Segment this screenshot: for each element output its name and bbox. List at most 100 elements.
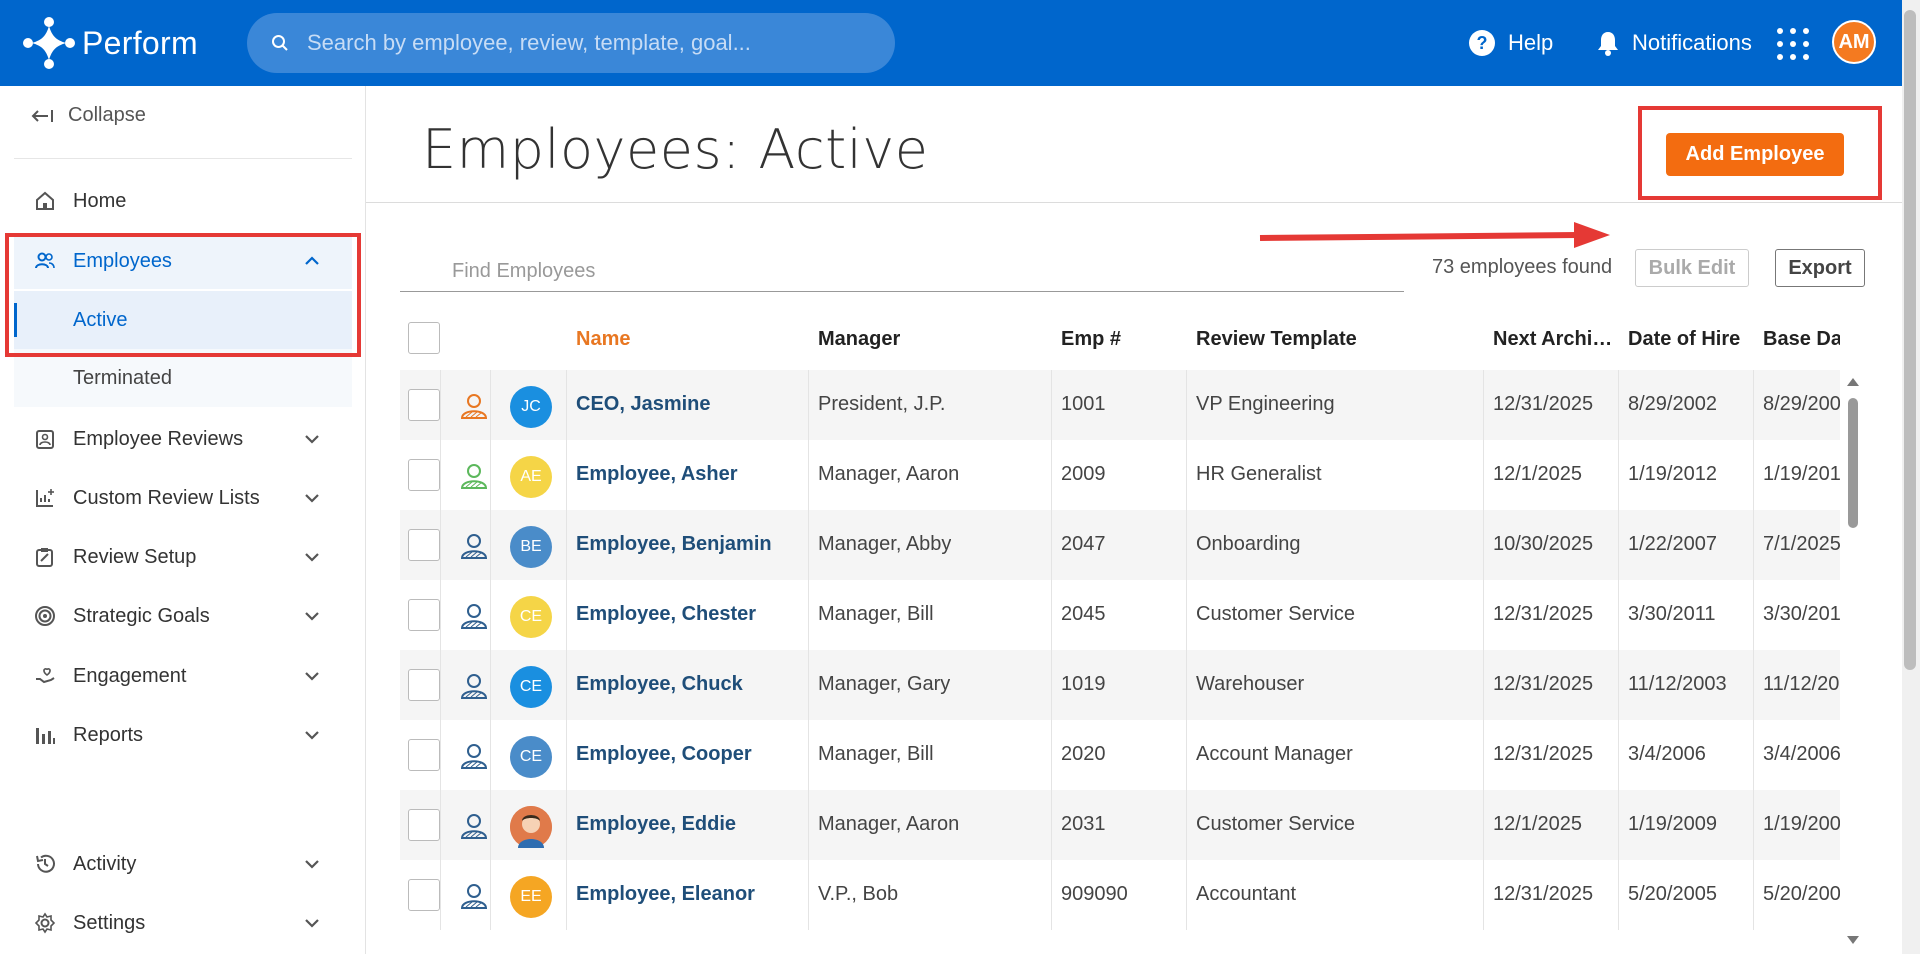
- row-checkbox[interactable]: [408, 459, 440, 491]
- column-header-base-date[interactable]: Base Date: [1763, 328, 1840, 351]
- table-row[interactable]: CE Employee, Cooper Manager, Bill 2020 Accou…: [400, 720, 1840, 790]
- row-checkbox[interactable]: [408, 529, 440, 561]
- employee-avatar[interactable]: BE: [510, 526, 552, 568]
- scroll-down-icon[interactable]: [1846, 934, 1860, 946]
- column-header-next-archive[interactable]: Next Archi…: [1493, 328, 1612, 351]
- row-checkbox[interactable]: [408, 669, 440, 701]
- row-checkbox[interactable]: [408, 879, 440, 911]
- table-row[interactable]: AE Employee, Asher Manager, Aaron 2009 HR Ge…: [400, 440, 1840, 510]
- person-icon[interactable]: [458, 880, 490, 912]
- row-checkbox[interactable]: [408, 599, 440, 631]
- manager-cell: Manager, Gary: [818, 673, 951, 695]
- emp-num-cell: 1019: [1061, 673, 1106, 695]
- sidebar-item-engagement[interactable]: Engagement: [14, 648, 352, 704]
- search-input[interactable]: [307, 30, 847, 56]
- column-separator: [1051, 650, 1052, 720]
- person-icon[interactable]: [458, 530, 490, 562]
- employee-avatar[interactable]: CE: [510, 736, 552, 778]
- pointer-arrow-annotation: [1259, 222, 1610, 248]
- person-icon[interactable]: [458, 810, 490, 842]
- employee-avatar[interactable]: JC: [510, 386, 552, 428]
- person-icon[interactable]: [458, 460, 490, 492]
- column-header-date-of-hire[interactable]: Date of Hire: [1628, 328, 1740, 351]
- find-employees-input[interactable]: [452, 260, 1352, 283]
- app-logo[interactable]: Perform: [22, 16, 198, 70]
- table-row[interactable]: Employee, Eddie Manager, Aaron 2031 Custome…: [400, 790, 1840, 860]
- sidebar-item-custom-review-lists[interactable]: Custom Review Lists: [14, 470, 352, 526]
- employee-avatar[interactable]: AE: [510, 456, 552, 498]
- column-separator: [1483, 510, 1484, 580]
- column-separator: [1618, 650, 1619, 720]
- column-separator: [566, 860, 567, 930]
- notifications-button[interactable]: Notifications: [1596, 0, 1752, 86]
- review-template-cell: Account Manager: [1196, 743, 1353, 765]
- employee-name-link[interactable]: Employee, Eleanor: [576, 883, 755, 906]
- sidebar-item-employee-reviews[interactable]: Employee Reviews: [14, 411, 352, 467]
- row-checkbox[interactable]: [408, 389, 440, 421]
- table-row[interactable]: JC CEO, Jasmine President, J.P. 1001 VP Engi…: [400, 370, 1840, 440]
- sidebar-item-reports[interactable]: Reports: [14, 707, 352, 763]
- column-separator: [808, 860, 809, 930]
- bulk-edit-button[interactable]: Bulk Edit: [1635, 249, 1749, 287]
- column-separator: [1753, 580, 1754, 650]
- page-scrollbar-thumb[interactable]: [1904, 10, 1916, 670]
- employee-name-link[interactable]: Employee, Cooper: [576, 743, 752, 766]
- sidebar-item-strategic-goals[interactable]: Strategic Goals: [14, 588, 352, 644]
- employee-name-link[interactable]: Employee, Chester: [576, 603, 756, 626]
- date-of-hire-cell: 1/19/2012: [1628, 463, 1717, 485]
- help-button[interactable]: ? Help: [1468, 0, 1553, 86]
- employee-count: 73 employees found: [1432, 256, 1613, 278]
- table-scrollbar-thumb[interactable]: [1848, 398, 1858, 528]
- scroll-up-icon[interactable]: [1846, 376, 1860, 388]
- next-archive-cell: 12/31/2025: [1493, 743, 1594, 765]
- global-search[interactable]: [247, 13, 895, 73]
- employee-avatar[interactable]: [510, 806, 552, 848]
- row-checkbox[interactable]: [408, 809, 440, 841]
- sidebar-subitem-terminated[interactable]: Terminated: [14, 349, 352, 407]
- column-separator: [490, 790, 491, 860]
- column-separator: [440, 580, 441, 650]
- person-icon[interactable]: [458, 390, 490, 422]
- emp-num-cell: 2047: [1061, 533, 1106, 555]
- employee-name-link[interactable]: Employee, Chuck: [576, 673, 743, 696]
- person-icon[interactable]: [458, 670, 490, 702]
- date-of-hire-cell: 1/19/2009: [1628, 813, 1717, 835]
- sidebar-item-label: Reports: [73, 723, 144, 746]
- app-launcher-icon[interactable]: [1777, 28, 1809, 60]
- sidebar-item-home[interactable]: Home: [14, 173, 352, 229]
- column-header-name[interactable]: Name: [576, 328, 630, 351]
- column-separator: [1186, 650, 1187, 720]
- person-icon[interactable]: [458, 600, 490, 632]
- sidebar-item-activity[interactable]: Activity: [14, 836, 352, 892]
- select-all-checkbox[interactable]: [408, 322, 440, 354]
- collapse-button[interactable]: Collapse: [30, 104, 146, 127]
- review-template-cell: Customer Service: [1196, 813, 1355, 835]
- hand-heart-icon: [36, 668, 55, 684]
- column-header-manager[interactable]: Manager: [818, 328, 900, 351]
- next-archive-cell: 12/31/2025: [1493, 393, 1594, 415]
- employee-name-link[interactable]: Employee, Eddie: [576, 813, 736, 836]
- employee-name-link[interactable]: Employee, Benjamin: [576, 533, 772, 556]
- sidebar-item-settings[interactable]: Settings: [14, 895, 352, 951]
- export-button[interactable]: Export: [1775, 249, 1865, 287]
- column-separator: [1483, 650, 1484, 720]
- sidebar-item-review-setup[interactable]: Review Setup: [14, 529, 352, 585]
- employee-avatar[interactable]: CE: [510, 596, 552, 638]
- column-header-review-template[interactable]: Review Template: [1196, 328, 1357, 351]
- chevron-down-icon: [305, 612, 319, 621]
- table-row[interactable]: CE Employee, Chester Manager, Bill 2045 Cust…: [400, 580, 1840, 650]
- table-row[interactable]: CE Employee, Chuck Manager, Gary 1019 Wareho…: [400, 650, 1840, 720]
- target-icon: [35, 606, 55, 626]
- highlight-box-add-employee: [1638, 106, 1882, 200]
- user-avatar[interactable]: AM: [1832, 20, 1876, 64]
- row-checkbox[interactable]: [408, 739, 440, 771]
- person-icon[interactable]: [458, 740, 490, 772]
- employee-avatar[interactable]: EE: [510, 876, 552, 918]
- column-header-emp-num[interactable]: Emp #: [1061, 328, 1121, 351]
- table-row[interactable]: EE Employee, Eleanor V.P., Bob 909090 Accoun…: [400, 860, 1840, 930]
- find-employees-field[interactable]: [400, 252, 1404, 292]
- employee-name-link[interactable]: Employee, Asher: [576, 463, 738, 486]
- employee-avatar[interactable]: CE: [510, 666, 552, 708]
- table-row[interactable]: BE Employee, Benjamin Manager, Abby 2047 Onb…: [400, 510, 1840, 580]
- employee-name-link[interactable]: CEO, Jasmine: [576, 393, 711, 416]
